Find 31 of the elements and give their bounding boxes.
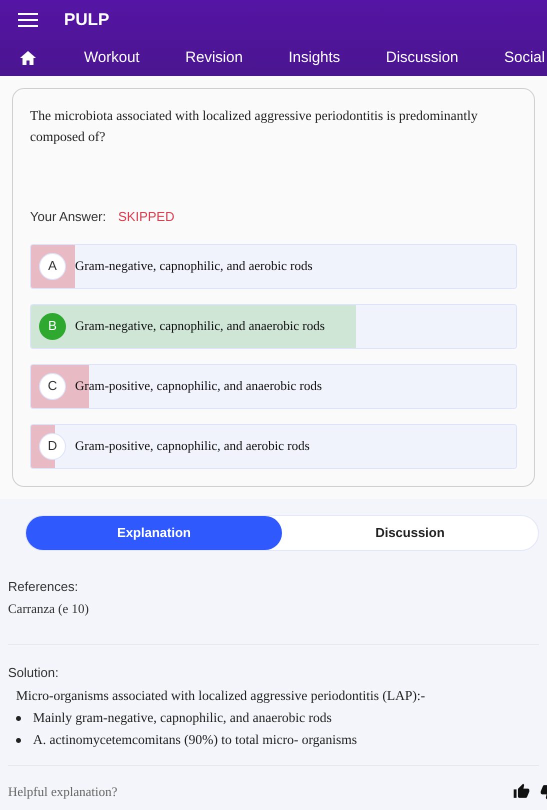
option-text: Gram-negative, capnophilic, and aerobic rods [75,257,313,276]
solution-heading: Solution: [8,664,60,682]
answer-option[interactable]: D Gram-positive, capnophilic, and aerobic rods [30,424,517,468]
app-title: PULP [64,9,110,32]
option-text: Gram-negative, capnophilic, and anaerobic rods [75,317,325,336]
answer-option[interactable]: B Gram-negative, capnophilic, and anaerobic rods [30,304,517,348]
section-tab[interactable]: Explanation [26,516,282,550]
home-icon[interactable] [20,51,36,65]
references-heading: References: [8,578,80,596]
nav-tab[interactable]: Insights [288,46,340,70]
question-text: The microbiota associated with localized aggressive periodontitis is predominantly composed of? [30,107,479,146]
nav-tab[interactable]: Workout [84,46,140,70]
answer-status: SKIPPED [118,208,174,226]
answer-option[interactable]: A Gram-negative, capnophilic, and aerobic rods [30,244,517,288]
section-tab[interactable]: Discussion [282,516,538,550]
solution-intro: Micro-organisms associated with localized aggressive periodontitis (LAP):- [16,687,426,705]
thumbs-up-icon[interactable] [513,783,530,800]
feedback-prompt: Helpful explanation? [8,783,118,801]
option-text: Gram-positive, capnophilic, and anaerobic rods [75,377,322,396]
bullet-icon [16,738,21,742]
answer-label: Your Answer: [30,208,106,226]
bullet-icon [16,716,21,720]
solution-bullet: Mainly gram-negative, capnophilic, and anaerobic rods [33,709,332,727]
option-text: Gram-positive, capnophilic, and aerobic rods [75,437,310,456]
reference-text: Carranza (e 10) [8,600,90,618]
solution-bullet: A. actinomycetemcomitans (90%) to total micro- organisms [33,731,358,749]
menu-icon[interactable] [18,12,38,28]
nav-tab[interactable]: Social [504,46,545,70]
nav-tab[interactable]: Revision [185,46,243,70]
answer-option[interactable]: C Gram-positive, capnophilic, and anaerobic rods [30,364,517,408]
nav-tab[interactable]: Discussion [386,46,458,70]
